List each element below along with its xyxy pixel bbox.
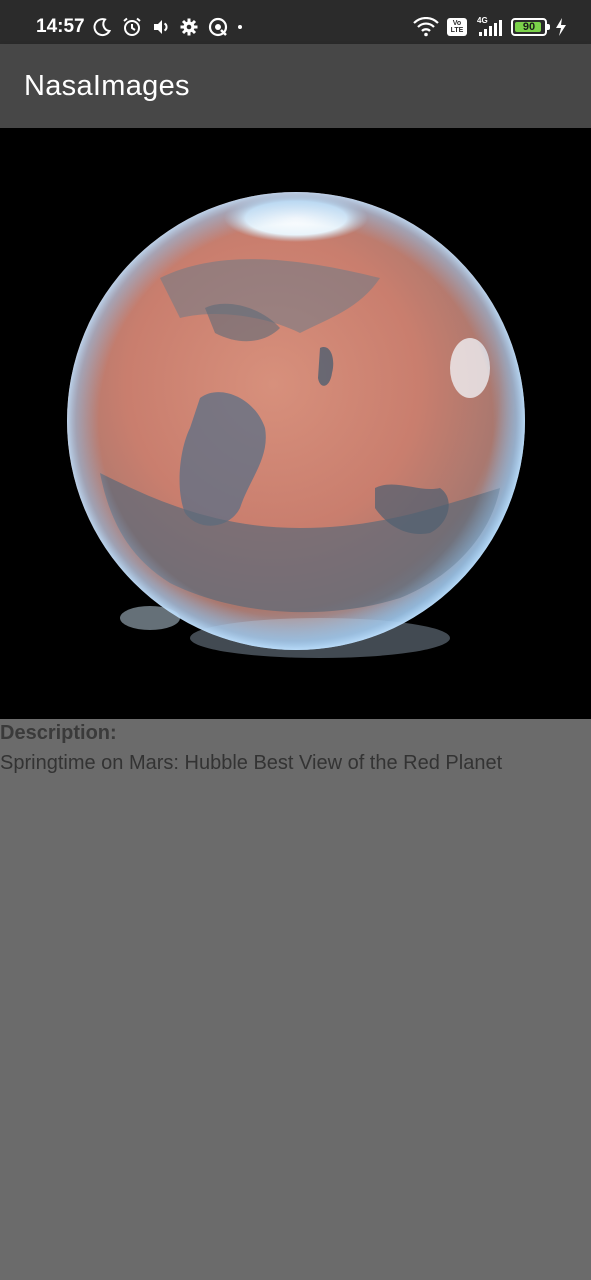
battery-level: 90 <box>522 21 536 33</box>
status-right-icons: Vo LTE 4G 90 <box>413 14 567 40</box>
alarm-icon <box>122 17 142 37</box>
mars-image[interactable] <box>0 128 591 719</box>
settings-icon <box>180 18 198 36</box>
app-title: NasaImages <box>24 70 190 102</box>
mars-planet-illustration <box>0 128 591 719</box>
hotspot-icon <box>208 17 228 37</box>
wifi-icon <box>413 17 439 37</box>
volume-icon <box>152 18 170 36</box>
description-text: Springtime on Mars: Hubble Best View of … <box>0 752 503 774</box>
status-time: 14:57 <box>36 16 85 37</box>
status-left-icons <box>92 16 242 38</box>
volte-icon: Vo LTE <box>447 18 467 36</box>
signal-icon: 4G <box>475 16 503 38</box>
battery-icon: 90 <box>511 18 550 36</box>
moon-icon <box>92 17 112 37</box>
battery-tip <box>547 24 550 30</box>
charging-icon <box>555 17 567 37</box>
notification-dot <box>238 25 242 29</box>
app-bar: NasaImages <box>0 44 591 128</box>
description-heading: Description: <box>0 722 117 744</box>
status-bar: 14:57 Vo LTE 4G 90 <box>0 0 591 44</box>
